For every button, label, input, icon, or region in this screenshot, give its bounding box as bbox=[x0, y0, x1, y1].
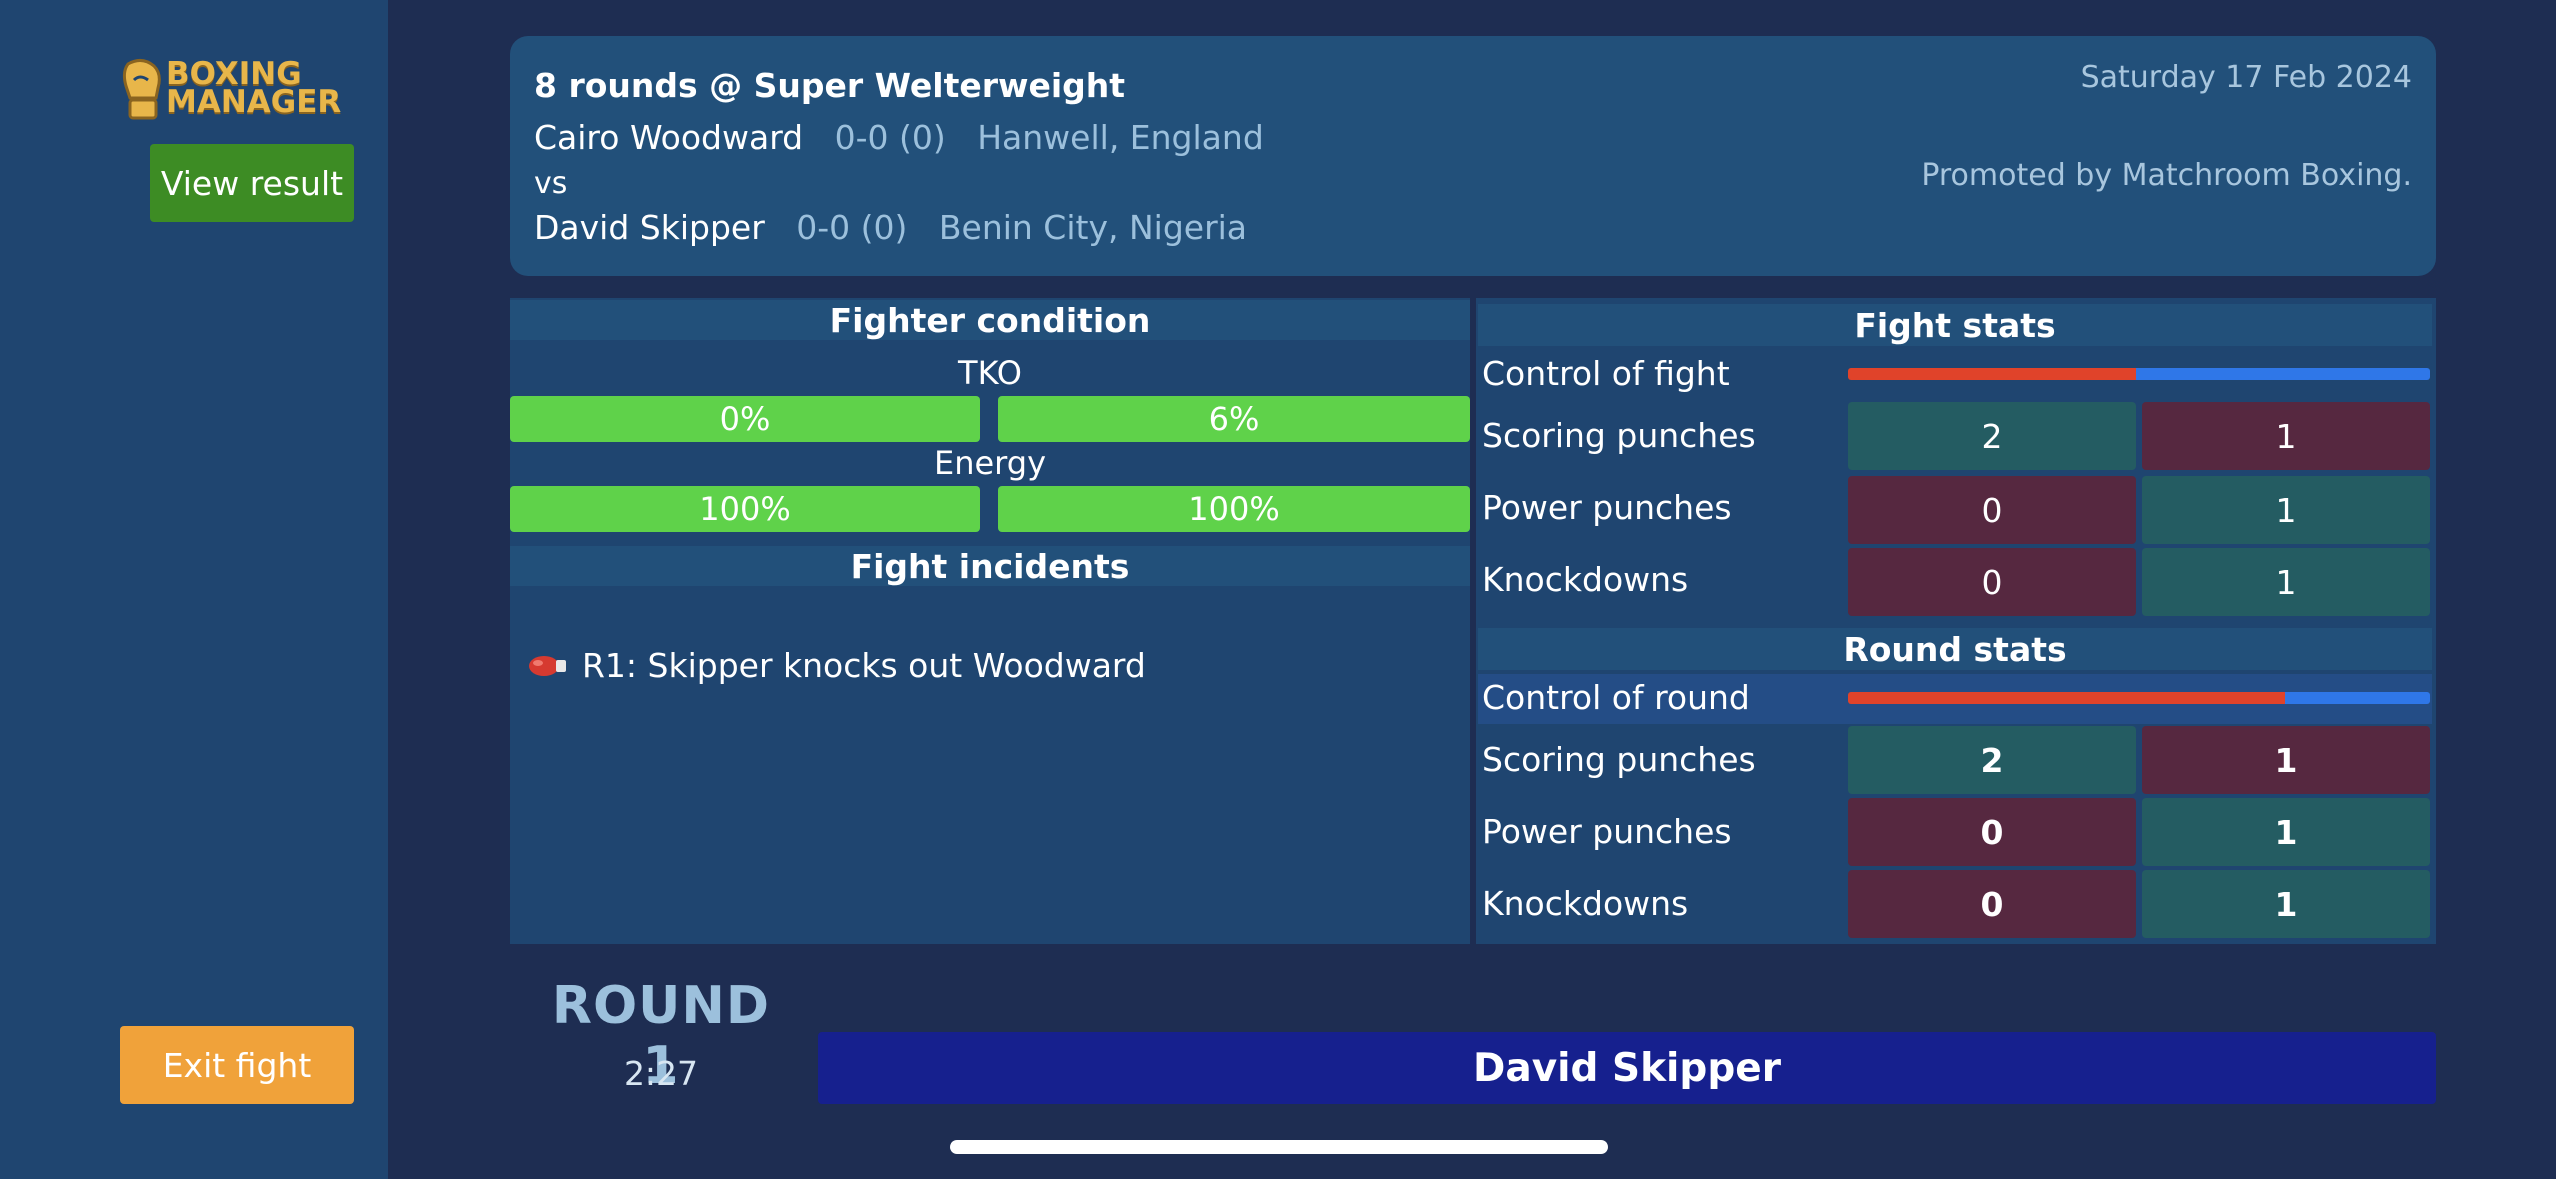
round-knockdowns-fighter1: 0 bbox=[1848, 870, 2136, 938]
fighter2-line: David Skipper 0-0 (0) Benin City, Nigeri… bbox=[534, 208, 1247, 247]
fighter1-record: 0-0 (0) bbox=[834, 118, 946, 157]
fight-date: Saturday 17 Feb 2024 bbox=[2080, 60, 2412, 95]
round-clock: 2:27 bbox=[623, 1054, 699, 1093]
fight-stats-heading: Fight stats bbox=[1478, 304, 2432, 346]
logo-wordmark: BOXING MANAGER bbox=[166, 56, 342, 120]
energy-bar-fighter1: 100% bbox=[510, 486, 980, 532]
fight-knockdowns-fighter2: 1 bbox=[2142, 548, 2430, 616]
fight-power-punches-fighter2: 1 bbox=[2142, 476, 2430, 544]
control-of-round-red bbox=[1848, 692, 2285, 704]
fighter2-name: David Skipper bbox=[534, 208, 765, 247]
fighter1-hometown: Hanwell, England bbox=[977, 118, 1264, 157]
control-of-round-bar bbox=[1848, 692, 2430, 704]
control-of-fight-blue bbox=[2136, 368, 2430, 380]
fight-knockdowns-fighter1: 0 bbox=[1848, 548, 2136, 616]
fighter-condition-heading: Fighter condition bbox=[510, 300, 1470, 340]
fight-incidents-heading: Fight incidents bbox=[510, 546, 1470, 586]
view-result-button[interactable]: View result bbox=[150, 144, 354, 222]
fight-title: 8 rounds @ Super Welterweight bbox=[534, 66, 1126, 105]
home-indicator[interactable] bbox=[950, 1140, 1608, 1154]
sidebar: BOXING MANAGER View result Exit fight bbox=[0, 0, 388, 1179]
exit-fight-button[interactable]: Exit fight bbox=[120, 1026, 354, 1104]
round-knockdowns-label: Knockdowns bbox=[1482, 884, 1689, 923]
fighter2-record: 0-0 (0) bbox=[796, 208, 908, 247]
tko-label: TKO bbox=[958, 354, 1022, 392]
fight-power-punches-fighter1: 0 bbox=[1848, 476, 2136, 544]
fight-power-punches-label: Power punches bbox=[1482, 488, 1732, 527]
round-scoring-punches-fighter2: 1 bbox=[2142, 726, 2430, 794]
fight-header: 8 rounds @ Super Welterweight Cairo Wood… bbox=[510, 36, 2436, 276]
fight-knockdowns-label: Knockdowns bbox=[1482, 560, 1689, 599]
promoter-text: Promoted by Matchroom Boxing. bbox=[1921, 158, 2412, 193]
boxing-glove-icon bbox=[529, 655, 566, 676]
round-stats-heading: Round stats bbox=[1478, 628, 2432, 670]
boxing-glove-logo-icon bbox=[122, 59, 161, 120]
fight-scoring-punches-fighter2: 1 bbox=[2142, 402, 2430, 470]
energy-label: Energy bbox=[933, 444, 1047, 482]
boxing-manager-logo: BOXING MANAGER bbox=[120, 58, 356, 122]
fight-scoring-punches-fighter1: 2 bbox=[1848, 402, 2136, 470]
round-scoring-punches-fighter1: 2 bbox=[1848, 726, 2136, 794]
versus-label: vs bbox=[534, 166, 568, 201]
round-knockdowns-fighter2: 1 bbox=[2142, 870, 2430, 938]
round-power-punches-label: Power punches bbox=[1482, 812, 1732, 851]
control-of-fight-bar bbox=[1848, 368, 2430, 380]
fighter1-name: Cairo Woodward bbox=[534, 118, 804, 157]
incident-item: R1: Skipper knocks out Woodward bbox=[528, 646, 1146, 685]
control-of-fight-red bbox=[1848, 368, 2137, 380]
incident-text: R1: Skipper knocks out Woodward bbox=[582, 646, 1146, 685]
round-power-punches-fighter1: 0 bbox=[1848, 798, 2136, 866]
stats-panel: Fight stats Control of fight Scoring pun… bbox=[1476, 298, 2436, 944]
fighter1-line: Cairo Woodward 0-0 (0) Hanwell, England bbox=[534, 118, 1264, 157]
fight-scoring-punches-label: Scoring punches bbox=[1482, 416, 1756, 455]
control-of-round-label: Control of round bbox=[1482, 678, 1750, 717]
round-scoring-punches-label: Scoring punches bbox=[1482, 740, 1756, 779]
fighter-condition-panel: Fighter condition TKO 0% 6% Energy 100% … bbox=[510, 298, 1470, 944]
round-power-punches-fighter2: 1 bbox=[2142, 798, 2430, 866]
tko-bar-fighter1: 0% bbox=[510, 396, 980, 442]
tko-bar-fighter2: 6% bbox=[998, 396, 1470, 442]
fighter2-hometown: Benin City, Nigeria bbox=[938, 208, 1248, 247]
winner-banner: David Skipper bbox=[818, 1032, 2436, 1104]
control-of-round-blue bbox=[2284, 692, 2430, 704]
energy-bar-fighter2: 100% bbox=[998, 486, 1470, 532]
control-of-fight-label: Control of fight bbox=[1482, 354, 1730, 393]
